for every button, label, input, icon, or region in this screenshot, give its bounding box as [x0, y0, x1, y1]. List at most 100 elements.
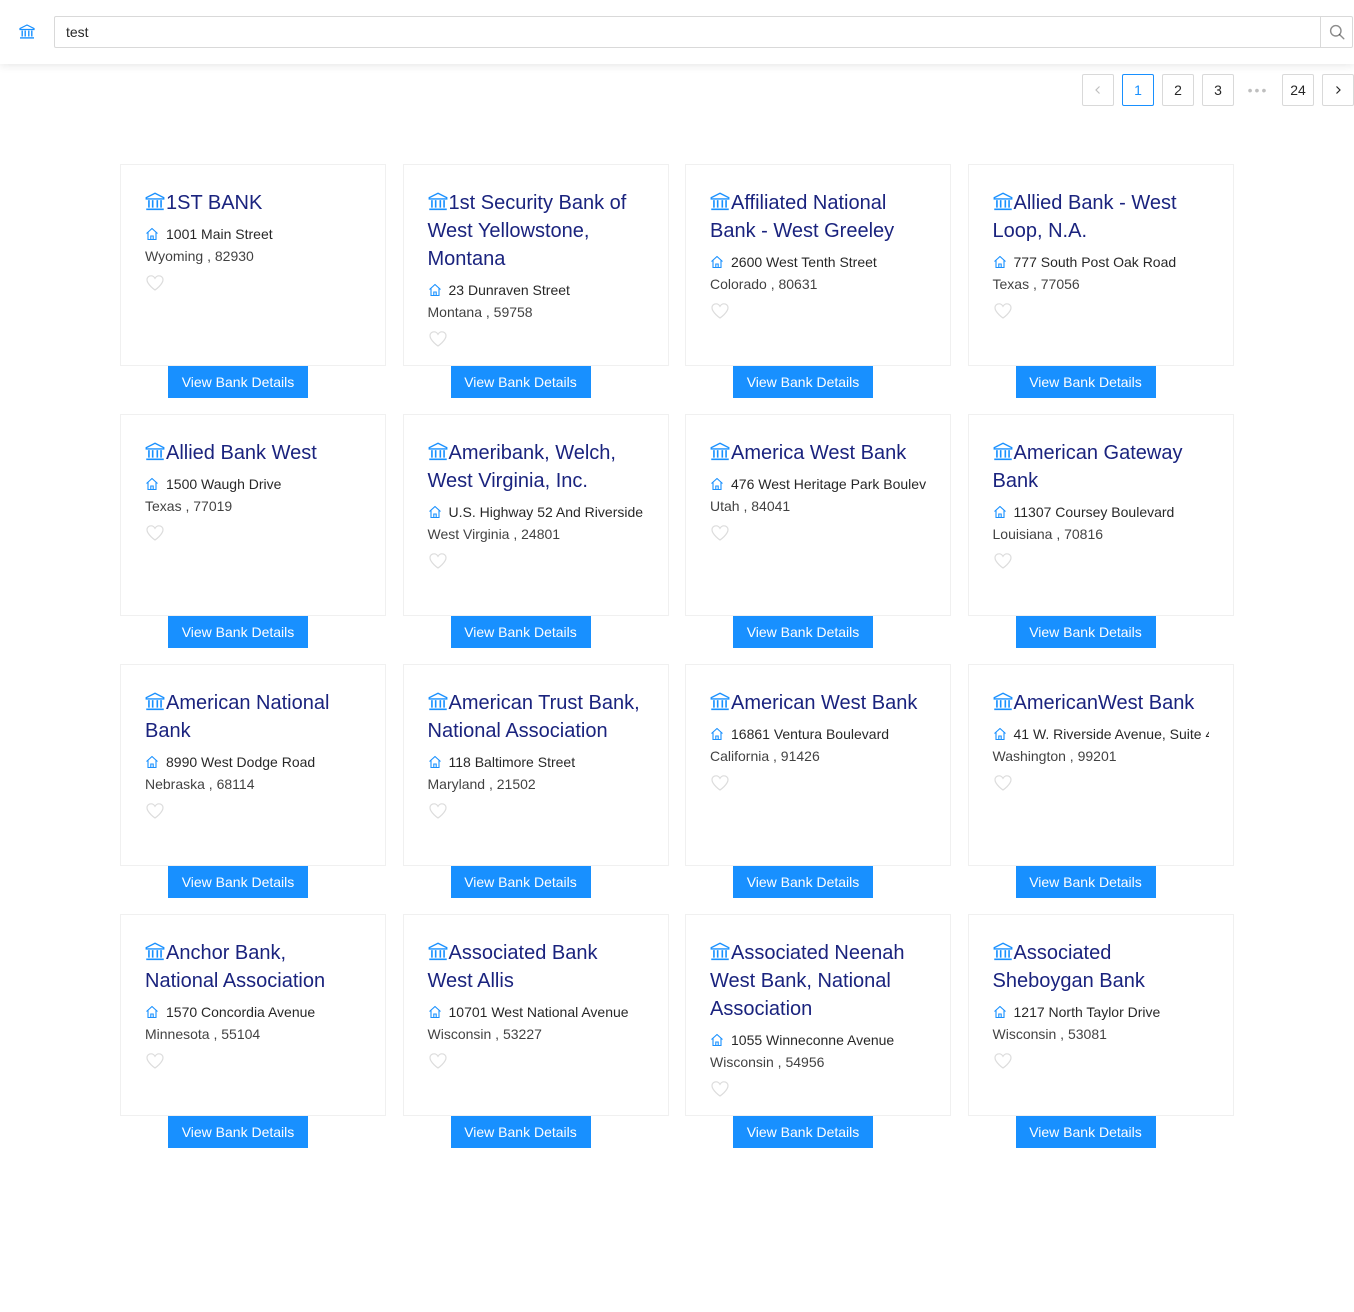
view-bank-details-button[interactable]: View Bank Details: [1015, 866, 1156, 898]
bank-city-zip: Wisconsin , 54956: [710, 1054, 825, 1070]
view-bank-details-button[interactable]: View Bank Details: [1015, 1116, 1156, 1148]
favorite-heart-icon[interactable]: [710, 773, 730, 793]
bank-city-zip: Minnesota , 55104: [145, 1026, 261, 1042]
bank-street: 8990 West Dodge Road: [166, 754, 316, 770]
bank-card: Associated Bank West Allis 10701 West Na…: [402, 914, 669, 1116]
bank-name: Associated Sheboygan Bank: [993, 939, 1209, 995]
bank-address: U.S. Highway 52 And Riverside: [428, 501, 644, 523]
bank-icon: [428, 942, 448, 962]
favorite-heart-icon[interactable]: [428, 1051, 448, 1071]
home-icon: [428, 503, 442, 519]
bank-card: American Gateway Bank 11307 Coursey Boul…: [967, 414, 1234, 616]
bank-address: 118 Baltimore Street: [428, 751, 644, 773]
favorite-heart-icon[interactable]: [428, 329, 448, 349]
bank-name: Associated Bank West Allis: [428, 939, 644, 995]
view-bank-details-button[interactable]: View Bank Details: [450, 366, 591, 398]
bank-name-text: Associated Sheboygan Bank: [992, 942, 1145, 992]
view-bank-details-button[interactable]: View Bank Details: [168, 366, 308, 398]
bank-street: 11307 Coursey Boulevard: [1013, 504, 1175, 520]
search-input[interactable]: [55, 17, 1320, 47]
home-icon: [428, 753, 442, 769]
bank-street: 1055 Winneconne Avenue: [731, 1032, 895, 1048]
bank-name: Ameribank, Welch, West Virginia, Inc.: [428, 439, 644, 495]
favorite-heart-icon[interactable]: [710, 1079, 730, 1099]
bank-name: Affiliated National Bank - West Greeley: [710, 189, 926, 245]
favorite-heart-icon[interactable]: [993, 551, 1013, 571]
view-bank-details-button[interactable]: View Bank Details: [733, 616, 873, 648]
bank-name: American Gateway Bank: [993, 439, 1209, 495]
view-bank-details-button[interactable]: View Bank Details: [450, 866, 591, 898]
bank-name: Anchor Bank, National Association: [145, 939, 361, 995]
bank-address: 8990 West Dodge Road: [145, 751, 361, 773]
pagination: 1 2 3 ••• 24: [1082, 74, 1354, 106]
bank-icon: [145, 192, 165, 212]
bank-city-zip: Nebraska , 68114: [145, 776, 255, 792]
page-ellipsis[interactable]: •••: [1242, 74, 1274, 106]
bank-city-zip: California , 91426: [710, 748, 820, 764]
bank-street: 41 W. Riverside Avenue, Suite 4: [1013, 726, 1209, 742]
bank-name-text: American West Bank: [731, 692, 918, 714]
favorite-heart-icon[interactable]: [993, 1051, 1013, 1071]
favorite-heart-icon[interactable]: [993, 301, 1013, 321]
bank-city-zip: West Virginia , 24801: [427, 526, 561, 542]
favorite-heart-icon[interactable]: [145, 273, 165, 293]
view-bank-details-button[interactable]: View Bank Details: [450, 1116, 591, 1148]
bank-street: 1001 Main Street: [166, 226, 273, 242]
page-2-button[interactable]: 2: [1162, 74, 1194, 106]
bank-name-text: America West Bank: [731, 442, 907, 464]
bank-name-text: American Trust Bank, National Associatio…: [427, 692, 640, 742]
bank-address: 16861 Ventura Boulevard: [710, 723, 926, 745]
search-button[interactable]: [1320, 17, 1352, 47]
next-page-button[interactable]: [1322, 74, 1354, 106]
favorite-heart-icon[interactable]: [428, 801, 448, 821]
bank-card-cell: Associated Sheboygan Bank 1217 North Tay…: [967, 914, 1234, 1164]
favorite-heart-icon[interactable]: [145, 1051, 165, 1071]
bank-name: American Trust Bank, National Associatio…: [428, 689, 644, 745]
bank-address: 2600 West Tenth Street: [710, 251, 926, 273]
bank-address: 1570 Concordia Avenue: [145, 1001, 361, 1023]
view-bank-details-button[interactable]: View Bank Details: [168, 1116, 308, 1148]
view-bank-details-button[interactable]: View Bank Details: [1015, 366, 1156, 398]
view-bank-details-button[interactable]: View Bank Details: [1015, 616, 1156, 648]
bank-card: Allied Bank West 1500 Waugh Drive Texas …: [120, 414, 386, 616]
bank-city-zip: Washington , 99201: [992, 748, 1117, 764]
view-bank-details-button[interactable]: View Bank Details: [733, 366, 873, 398]
home-icon: [710, 725, 724, 741]
favorite-heart-icon[interactable]: [145, 801, 165, 821]
view-bank-details-button[interactable]: View Bank Details: [733, 1116, 873, 1148]
bank-icon: [145, 692, 165, 712]
view-bank-details-button[interactable]: View Bank Details: [168, 616, 308, 648]
home-icon: [145, 475, 159, 491]
favorite-heart-icon[interactable]: [993, 773, 1013, 793]
page-1-button[interactable]: 1: [1122, 74, 1154, 106]
bank-name-text: 1st Security Bank of West Yellowstone, M…: [427, 192, 627, 270]
bank-address: 1217 North Taylor Drive: [993, 1001, 1209, 1023]
bank-icon: [428, 442, 448, 462]
bank-card: Allied Bank - West Loop, N.A. 777 South …: [967, 164, 1234, 366]
bank-name: American West Bank: [710, 689, 926, 717]
page-last-button[interactable]: 24: [1282, 74, 1314, 106]
bank-icon: [993, 442, 1013, 462]
bank-city-zip: Montana , 59758: [427, 304, 533, 320]
bank-street: 118 Baltimore Street: [448, 754, 576, 770]
view-bank-details-button[interactable]: View Bank Details: [733, 866, 873, 898]
bank-home-icon[interactable]: [19, 24, 35, 40]
favorite-heart-icon[interactable]: [710, 301, 730, 321]
bank-name-text: Allied Bank - West Loop, N.A.: [992, 192, 1177, 242]
home-icon: [993, 253, 1007, 269]
bank-address: 476 West Heritage Park Boulev: [710, 473, 926, 495]
search-box: [54, 16, 1353, 48]
bank-card-grid: 1ST BANK 1001 Main Street Wyoming , 8293…: [120, 164, 1234, 1164]
bank-icon: [710, 442, 730, 462]
bank-name-text: Anchor Bank, National Association: [145, 942, 326, 992]
page-3-button[interactable]: 3: [1202, 74, 1234, 106]
favorite-heart-icon[interactable]: [710, 523, 730, 543]
bank-name-text: Associated Neenah West Bank, National As…: [710, 942, 905, 1020]
bank-card: 1st Security Bank of West Yellowstone, M…: [402, 164, 669, 366]
prev-page-button[interactable]: [1082, 74, 1114, 106]
favorite-heart-icon[interactable]: [428, 551, 448, 571]
view-bank-details-button[interactable]: View Bank Details: [168, 866, 308, 898]
favorite-heart-icon[interactable]: [145, 523, 165, 543]
bank-name: Allied Bank - West Loop, N.A.: [993, 189, 1209, 245]
view-bank-details-button[interactable]: View Bank Details: [450, 616, 591, 648]
